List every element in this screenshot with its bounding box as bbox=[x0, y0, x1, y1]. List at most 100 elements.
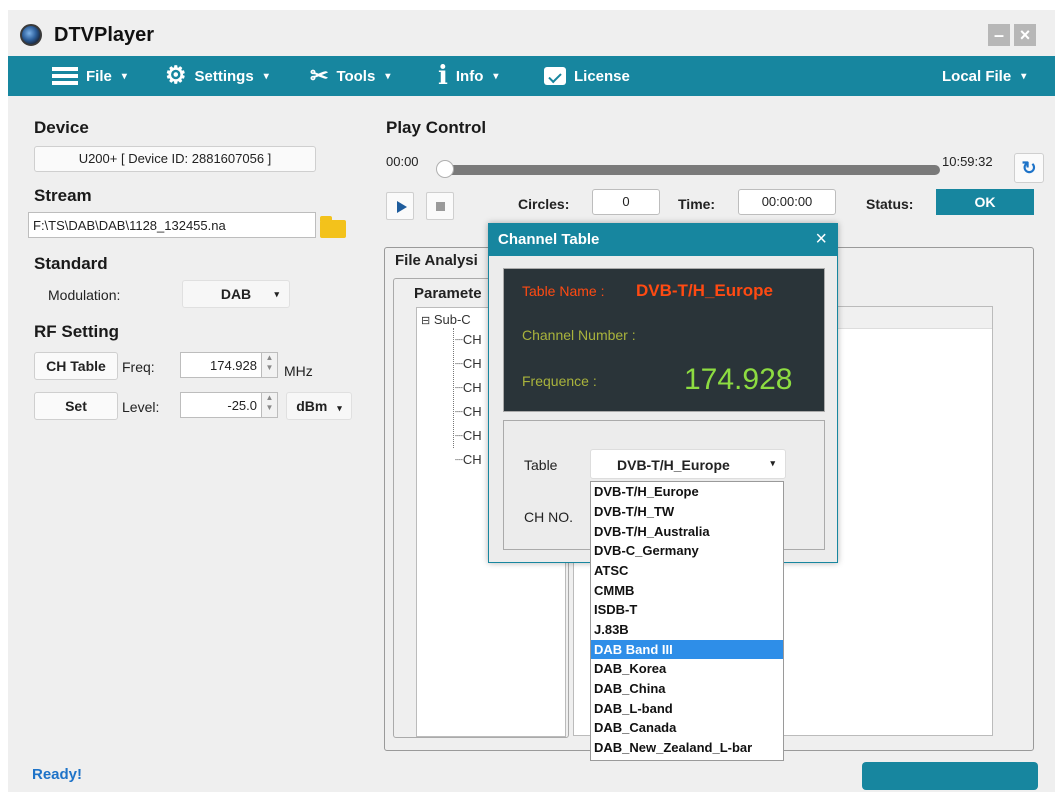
menu-license-label: License bbox=[574, 67, 630, 85]
circles-label: Circles: bbox=[518, 196, 570, 212]
chevron-down-icon: ▾ bbox=[263, 70, 269, 82]
frequence-label: Frequence : bbox=[522, 373, 597, 389]
menu-bar: File ▾ ⚙ Settings ▾ ✂ Tools ▾ i Info ▾ L… bbox=[8, 56, 1055, 96]
frequence-value: 174.928 bbox=[684, 363, 793, 396]
level-stepper[interactable]: ▲ ▼ bbox=[261, 393, 277, 417]
folder-icon[interactable] bbox=[320, 216, 346, 238]
menu-settings[interactable]: ⚙ Settings ▾ bbox=[165, 56, 269, 96]
tree-root[interactable]: ⊟ Sub-C bbox=[421, 312, 471, 327]
level-unit-select[interactable]: dBm ▾ bbox=[286, 392, 352, 420]
menu-tools[interactable]: ✂ Tools ▾ bbox=[310, 56, 390, 96]
freq-input[interactable]: 174.928 ▲ ▼ bbox=[180, 352, 278, 378]
close-window-button[interactable]: × bbox=[1014, 24, 1036, 46]
level-value: -25.0 bbox=[227, 398, 257, 413]
dialog-title-bar: Channel Table × bbox=[489, 224, 837, 256]
time-end: 10:59:32 bbox=[942, 154, 993, 169]
parameters-title: Paramete bbox=[414, 285, 482, 302]
stop-icon bbox=[436, 202, 445, 211]
menu-info[interactable]: i Info ▾ bbox=[438, 56, 498, 96]
stream-heading: Stream bbox=[34, 186, 92, 205]
dropdown-option-highlighted[interactable]: DAB Band III bbox=[591, 640, 783, 659]
menu-tools-label: Tools bbox=[336, 67, 376, 85]
chevron-down-icon: ▾ bbox=[274, 289, 279, 299]
ch-no-label: CH NO. bbox=[524, 509, 573, 525]
device-select[interactable]: U200+ [ Device ID: 2881607056 ] bbox=[34, 146, 316, 172]
channel-number-label: Channel Number : bbox=[522, 327, 636, 343]
tree-item[interactable]: ┈CH bbox=[455, 356, 482, 372]
menu-local-file-label: Local File bbox=[942, 67, 1012, 85]
menu-file[interactable]: File ▾ bbox=[52, 56, 127, 96]
channel-display-panel: Table Name : DVB-T/H_Europe Channel Numb… bbox=[503, 268, 825, 412]
tools-icon: ✂ bbox=[310, 63, 329, 88]
dropdown-option[interactable]: CMMB bbox=[591, 581, 783, 600]
time-start: 00:00 bbox=[386, 154, 419, 169]
chevron-down-icon: ▾ bbox=[1021, 70, 1027, 82]
freq-label: Freq: bbox=[122, 359, 155, 375]
dropdown-option[interactable]: DAB_Korea bbox=[591, 659, 783, 678]
gear-icon: ⚙ bbox=[165, 62, 187, 89]
minimize-button[interactable]: – bbox=[988, 24, 1010, 46]
dropdown-option[interactable]: ATSC bbox=[591, 561, 783, 580]
dialog-title: Channel Table bbox=[498, 231, 600, 248]
freq-stepper[interactable]: ▲ ▼ bbox=[261, 353, 277, 377]
tree-item[interactable]: ┈CH bbox=[455, 428, 482, 444]
progress-track[interactable] bbox=[440, 165, 940, 175]
chevron-down-icon: ▾ bbox=[385, 70, 391, 82]
status-badge: OK bbox=[936, 189, 1034, 215]
level-label: Level: bbox=[122, 399, 160, 415]
refresh-button[interactable]: ↻ bbox=[1014, 153, 1044, 183]
dialog-close-button[interactable]: × bbox=[815, 228, 827, 251]
menu-license[interactable]: License bbox=[544, 56, 630, 96]
dropdown-option[interactable]: DVB-T/H_Europe bbox=[591, 482, 783, 501]
tree-item[interactable]: ┈CH bbox=[455, 404, 482, 420]
table-label: Table bbox=[524, 457, 558, 473]
collapse-icon: ⊟ bbox=[421, 315, 431, 327]
chevron-down-icon: ▾ bbox=[337, 403, 342, 413]
menu-local-file[interactable]: Local File ▾ bbox=[942, 56, 1026, 96]
play-icon bbox=[397, 201, 407, 213]
circles-field[interactable]: 0 bbox=[592, 189, 660, 215]
chevron-down-icon: ▾ bbox=[493, 70, 499, 82]
dropdown-option[interactable]: DAB_China bbox=[591, 679, 783, 698]
modulation-select[interactable]: DAB ▾ bbox=[182, 280, 290, 308]
level-input[interactable]: -25.0 ▲ ▼ bbox=[180, 392, 278, 418]
tree-item[interactable]: ┈CH bbox=[455, 380, 482, 396]
set-button[interactable]: Set bbox=[34, 392, 118, 420]
table-select[interactable]: DVB-T/H_Europe ▾ bbox=[590, 449, 786, 479]
progress-knob[interactable] bbox=[436, 160, 454, 178]
tree-item[interactable]: ┈CH bbox=[455, 332, 482, 348]
time-label: Time: bbox=[678, 196, 716, 212]
dropdown-option[interactable]: J.83B bbox=[591, 620, 783, 639]
stop-button[interactable] bbox=[426, 192, 454, 220]
status-label: Status: bbox=[866, 196, 914, 212]
dropdown-option[interactable]: DVB-T/H_TW bbox=[591, 502, 783, 521]
app-title: DTVPlayer bbox=[54, 24, 155, 46]
title-bar: DTVPlayer – × bbox=[8, 10, 1055, 56]
dropdown-option[interactable]: DVB-C_Germany bbox=[591, 541, 783, 560]
info-icon: i bbox=[438, 61, 448, 91]
table-name-value: DVB-T/H_Europe bbox=[636, 281, 773, 300]
file-analysis-title: File Analysi bbox=[395, 252, 478, 269]
play-button[interactable] bbox=[386, 192, 414, 220]
stream-path-field[interactable]: F:\TS\DAB\DAB\1128_132455.na bbox=[28, 212, 316, 238]
dropdown-option[interactable]: DVB-T/H_Australia bbox=[591, 522, 783, 541]
dropdown-option[interactable]: ISDB-T bbox=[591, 600, 783, 619]
dropdown-option[interactable]: DAB_Canada bbox=[591, 718, 783, 737]
modulation-label: Modulation: bbox=[48, 287, 121, 303]
dropdown-option[interactable]: DAB_New_Zealand_L-bar bbox=[591, 738, 783, 757]
list-icon bbox=[52, 67, 78, 85]
device-heading: Device bbox=[34, 118, 89, 137]
table-dropdown-list: DVB-T/H_Europe DVB-T/H_TW DVB-T/H_Austra… bbox=[590, 481, 784, 761]
tree-item[interactable]: ┈CH bbox=[455, 452, 482, 468]
standard-heading: Standard bbox=[34, 254, 108, 273]
time-field[interactable]: 00:00:00 bbox=[738, 189, 836, 215]
menu-settings-label: Settings bbox=[194, 67, 254, 85]
dropdown-option[interactable]: DAB_L-band bbox=[591, 699, 783, 718]
level-unit-value: dBm bbox=[296, 398, 328, 414]
menu-file-label: File bbox=[86, 67, 112, 85]
chevron-down-icon: ▾ bbox=[121, 70, 127, 82]
status-text: Ready! bbox=[32, 766, 83, 783]
ch-table-button[interactable]: CH Table bbox=[34, 352, 118, 380]
modulation-value: DAB bbox=[220, 286, 252, 302]
menu-info-label: Info bbox=[455, 67, 484, 85]
